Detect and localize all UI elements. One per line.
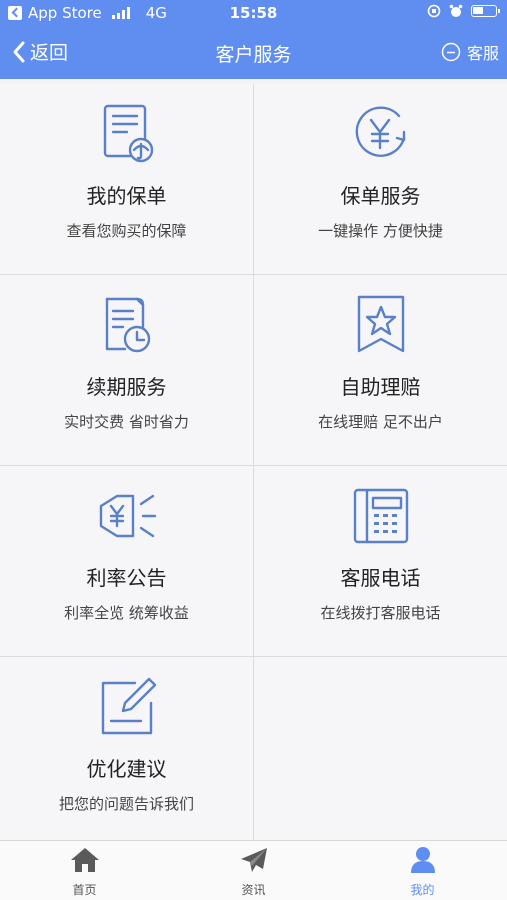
- user-icon: [411, 847, 435, 873]
- paper-plane-icon: [241, 848, 267, 872]
- status-bar: App Store 4G 15:58: [0, 0, 507, 26]
- customer-service-button[interactable]: 客服: [441, 40, 499, 64]
- grid-item-self-claim[interactable]: 自助理赔 在线理赔 足不出户: [254, 275, 507, 465]
- grid-item-title: 我的保单: [86, 184, 167, 208]
- page-title: 客户服务: [215, 44, 292, 66]
- grid-item-subtitle: 把您的问题告诉我们: [58, 795, 194, 813]
- tab-label: 首页: [72, 883, 97, 897]
- edit-note-icon: [101, 677, 157, 735]
- service-label: 客服: [466, 44, 499, 63]
- grid-item-title: 续期服务: [86, 375, 167, 399]
- header: App Store 4G 15:58 返回 客户服务 客服: [0, 0, 507, 79]
- yuan-refresh-icon: [355, 106, 406, 157]
- megaphone-yuan-icon: [99, 494, 157, 538]
- grid-item-policy-service[interactable]: 保单服务 一键操作 方便快捷: [254, 84, 507, 274]
- renewal-clock-icon: [105, 297, 151, 353]
- grid-item-my-policy[interactable]: 我的保单 查看您购买的保障: [0, 84, 253, 274]
- policy-document-icon: [103, 104, 154, 163]
- grid-empty-cell: [254, 657, 507, 840]
- grid-item-subtitle: 在线理赔 足不出户: [318, 413, 443, 431]
- tab-home[interactable]: 首页: [0, 841, 169, 900]
- grid-item-suggestion[interactable]: 优化建议 把您的问题告诉我们: [0, 657, 253, 840]
- tab-label: 我的: [410, 883, 435, 897]
- grid-item-subtitle: 一键操作 方便快捷: [318, 222, 443, 240]
- grid-divider: [0, 465, 507, 466]
- grid-item-title: 优化建议: [86, 757, 167, 781]
- battery-icon: [471, 5, 500, 17]
- service-grid: 我的保单 查看您购买的保障 保单服务 一键操作 方便快捷 续期服务 实时交费 省…: [0, 84, 507, 840]
- grid-item-title: 利率公告: [86, 566, 167, 590]
- grid-item-title: 客服电话: [340, 566, 421, 590]
- grid-divider: [0, 656, 507, 657]
- telephone-icon: [353, 488, 409, 544]
- chat-bubble-icon: [441, 42, 461, 62]
- grid-divider: [253, 84, 254, 840]
- grid-item-subtitle: 在线拨打客服电话: [320, 604, 441, 622]
- grid-item-title: 自助理赔: [340, 375, 421, 399]
- grid-item-rate-notice[interactable]: 利率公告 利率全览 统筹收益: [0, 466, 253, 656]
- tab-label: 资讯: [241, 883, 266, 897]
- tab-mine[interactable]: 我的: [338, 841, 507, 900]
- star-bookmark-icon: [357, 295, 405, 353]
- tab-news[interactable]: 资讯: [169, 841, 338, 900]
- status-right: [427, 4, 500, 18]
- alarm-icon: [449, 4, 463, 17]
- tab-bar: 首页 资讯 我的: [0, 840, 507, 900]
- grid-item-subtitle: 利率全览 统筹收益: [64, 604, 189, 622]
- nav-bar: 返回 客户服务 客服: [0, 30, 507, 74]
- grid-divider: [0, 274, 507, 275]
- home-icon: [71, 848, 99, 872]
- grid-item-subtitle: 实时交费 省时省力: [64, 413, 189, 431]
- grid-item-renewal-service[interactable]: 续期服务 实时交费 省时省力: [0, 275, 253, 465]
- grid-item-subtitle: 查看您购买的保障: [66, 222, 187, 240]
- orientation-lock-icon: [427, 4, 441, 18]
- grid-item-service-phone[interactable]: 客服电话 在线拨打客服电话: [254, 466, 507, 656]
- grid-item-title: 保单服务: [340, 184, 421, 208]
